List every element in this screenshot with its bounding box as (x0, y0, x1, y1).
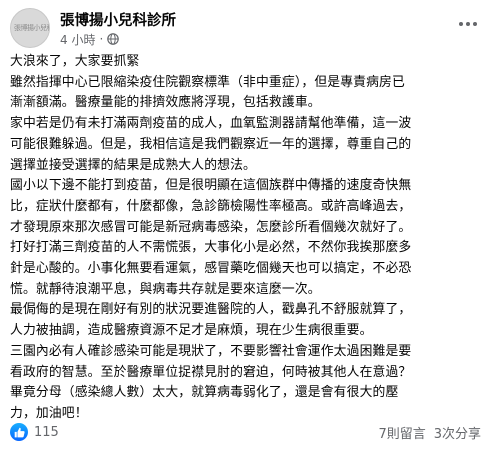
reaction-count[interactable]: 115 (34, 425, 59, 440)
page-name-link[interactable]: 張博揚小兒科診所 (60, 9, 176, 30)
more-options-button[interactable] (457, 16, 479, 32)
page-avatar[interactable]: 張博揚小兒科診所 (10, 8, 50, 48)
post-line: 打好打滿三劑疫苗的人不需慌張，大事化小是必然，不然你我挨那麼多 (10, 240, 412, 256)
post-header: 張博揚小兒科診所 張博揚小兒科診所 4 小時 · (10, 6, 481, 48)
post-line: 家中若是仍有未打滿兩劑疫苗的成人，血氧監測器請幫他準備，這一波 (10, 116, 412, 132)
comments-count-link[interactable]: 7則留言 (378, 423, 425, 442)
post-line: 選擇並接受選擇的結果是成熟大人的想法。 (10, 157, 256, 173)
post-line: 雖然指揮中心已限縮染疫住院觀察標準（非中重症），但是專責病房已 (10, 74, 405, 90)
post-line: 大浪來了，大家要抓緊 (10, 54, 140, 69)
post-line: 針是心酸的。小事化無要看運氣，感冒藥吃個幾天也可以搞定，不必恐 (10, 261, 412, 277)
post-line: 可能很難躲過。但是，我相信這是我們觀察近一年的選擇，尊重自己的 (10, 136, 412, 152)
more-dots-icon (459, 22, 477, 26)
post-timestamp[interactable]: 4 小時 (60, 31, 95, 48)
avatar-logo-text: 張博揚小兒科診所 (14, 24, 49, 32)
meta-separator: · (99, 32, 104, 46)
post-line: 最侷侮的是現在剛好有別的狀況要進醫院的人，戳鼻孔不舒服就算了， (10, 302, 412, 318)
globe-icon (107, 33, 120, 45)
shares-count-link[interactable]: 3次分享 (434, 423, 481, 442)
post-line: 人力被抽調，造成醫療資源不足才是麻煩，現在少生病很重要。 (10, 323, 373, 339)
post-line: 三園內必有人確診感染可能是現狀了，不要影響社會運作太過困難是要 (10, 343, 412, 359)
post-meta: 4 小時 · (60, 31, 120, 48)
post-line: 才發現原來那次感冒可能是新冠病毒感染，怎麼診所看個幾次就好了。 (10, 219, 412, 235)
post-line: 國小以下邊不能打到疫苗，但是很明顯在這個族群中傳播的速度奇快無 (10, 178, 412, 194)
post-line: 看政府的智慧。至於醫療單位捉襟見肘的窘迫，何時被其他人在意過？ (10, 364, 412, 380)
post-body: 大浪來了，大家要抓緊 雖然指揮中心已限縮染疫住院觀察標準（非中重症），但是專責病… (10, 52, 484, 425)
post-line: 漸漸額滿。醫療量能的排擠效應將浮現，包括救護車。 (10, 95, 321, 111)
post-line: 畢竟分母（感染總人數）太大，就算病毒弱化了，還是會有很大的壓 (10, 385, 399, 401)
post-line: 慌。就靜待浪潮平息，與病毒共存就是要來這麼一次。 (10, 281, 321, 297)
post-line: 比，症狀什麼都有，什麼都像，急診篩檢陽性率極高。或許高峰過去， (10, 198, 412, 214)
thumbs-up-icon[interactable] (10, 423, 28, 441)
post-footer: 115 7則留言 3次分享 (10, 420, 481, 444)
